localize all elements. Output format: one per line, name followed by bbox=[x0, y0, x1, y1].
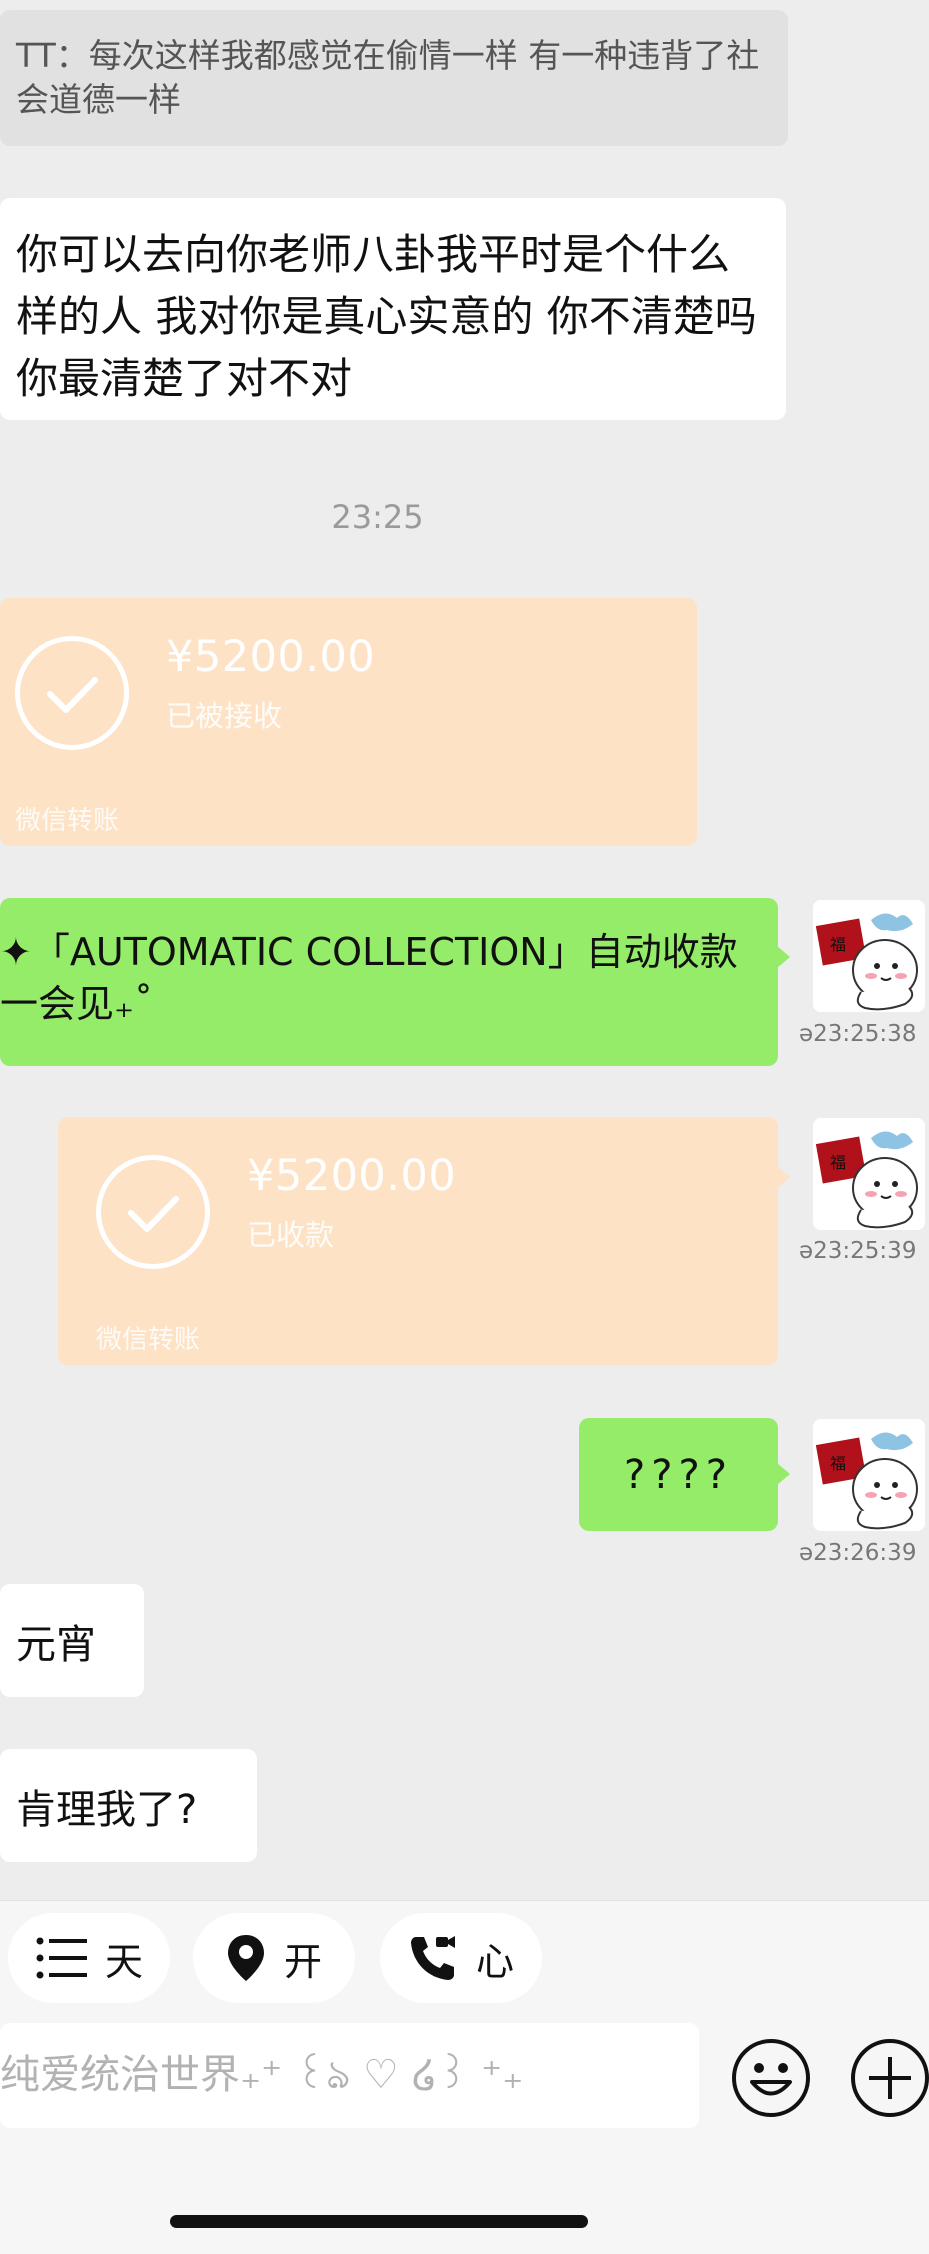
avatar[interactable]: 福 bbox=[813, 1419, 925, 1531]
incoming-message-kenglime[interactable]: 肯理我了? bbox=[0, 1749, 257, 1862]
transfer-card-collected[interactable]: ¥5200.00 已收款 微信转账 bbox=[58, 1117, 778, 1365]
transfer-card-received[interactable]: ¥5200.00 已被接收 微信转账 bbox=[0, 598, 697, 846]
svg-text:福: 福 bbox=[830, 935, 846, 954]
video-call-icon bbox=[408, 1933, 458, 1983]
smiley-icon bbox=[732, 2039, 810, 2117]
incoming-message-text: 肯理我了? bbox=[16, 1786, 198, 1833]
location-pin-icon bbox=[226, 1933, 266, 1983]
message-timestamp: ə23:25:39 bbox=[799, 1238, 917, 1264]
avatar-sticker-icon: 福 bbox=[813, 1419, 925, 1531]
quick-action-location-label: 开 bbox=[283, 1939, 322, 1984]
transfer-footer: 微信转账 bbox=[15, 806, 120, 836]
time-divider: 23:25 bbox=[331, 498, 424, 536]
bubble-tail bbox=[777, 1463, 790, 1485]
message-timestamp: ə23:25:38 bbox=[799, 1021, 917, 1047]
quick-action-location[interactable]: 开 bbox=[193, 1913, 355, 2003]
quick-action-days[interactable]: 天 bbox=[8, 1913, 170, 2003]
auto-collection-message[interactable]: ✦「AUTOMATIC COLLECTION」自动收款 一会见₊˚ bbox=[0, 898, 778, 1066]
incoming-message-text: 你可以去向你老师八卦我平时是个什么样的人 我对你是真心实意的 你不清楚吗 你最清… bbox=[16, 230, 757, 403]
quick-action-days-label: 天 bbox=[104, 1939, 143, 1984]
quoted-message-text: TT：每次这样我都感觉在偷情一样 有一种违背了社会道德一样 bbox=[16, 36, 760, 119]
incoming-message-yuanxiao[interactable]: 元宵 bbox=[0, 1584, 144, 1697]
plus-icon bbox=[851, 2039, 929, 2117]
message-timestamp: ə23:26:39 bbox=[799, 1540, 917, 1566]
transfer-status: 已收款 bbox=[247, 1218, 335, 1252]
question-message[interactable]: ???? bbox=[579, 1418, 778, 1531]
avatar[interactable]: 福 bbox=[813, 1118, 925, 1230]
bubble-tail bbox=[777, 1166, 790, 1188]
emoji-button[interactable] bbox=[730, 2037, 812, 2119]
auto-collection-line1: ✦「AUTOMATIC COLLECTION」自动收款 bbox=[0, 930, 738, 974]
message-input-placeholder: 纯爱统治世界₊⁺ ꒰ঌ ♡ ໒꒱ ⁺₊ bbox=[0, 2051, 524, 2098]
check-circle-icon bbox=[15, 636, 129, 750]
incoming-message-text: 元宵 bbox=[16, 1621, 96, 1668]
question-message-text: ???? bbox=[624, 1451, 733, 1498]
svg-text:福: 福 bbox=[830, 1454, 846, 1473]
quick-action-call[interactable]: 心 bbox=[380, 1913, 542, 2003]
bubble-tail bbox=[777, 946, 790, 968]
auto-collection-line2: 一会见₊˚ bbox=[0, 982, 154, 1026]
avatar[interactable]: 福 bbox=[813, 900, 925, 1012]
avatar-sticker-icon: 福 bbox=[813, 900, 925, 1012]
transfer-status: 已被接收 bbox=[166, 699, 283, 733]
more-button[interactable] bbox=[849, 2037, 929, 2119]
list-icon bbox=[35, 1935, 87, 1981]
check-circle-icon bbox=[96, 1155, 210, 1269]
quick-action-call-label: 心 bbox=[475, 1939, 514, 1984]
avatar-sticker-icon: 福 bbox=[813, 1118, 925, 1230]
quoted-message[interactable]: TT：每次这样我都感觉在偷情一样 有一种违背了社会道德一样 bbox=[0, 10, 788, 146]
message-input[interactable]: 纯爱统治世界₊⁺ ꒰ঌ ♡ ໒꒱ ⁺₊ bbox=[0, 2023, 699, 2128]
incoming-message-long[interactable]: 你可以去向你老师八卦我平时是个什么样的人 我对你是真心实意的 你不清楚吗 你最清… bbox=[0, 198, 786, 420]
transfer-amount: ¥5200.00 bbox=[166, 632, 376, 682]
home-indicator bbox=[170, 2215, 588, 2228]
transfer-footer: 微信转账 bbox=[96, 1325, 201, 1355]
transfer-amount: ¥5200.00 bbox=[247, 1151, 457, 1201]
svg-text:福: 福 bbox=[830, 1153, 846, 1172]
